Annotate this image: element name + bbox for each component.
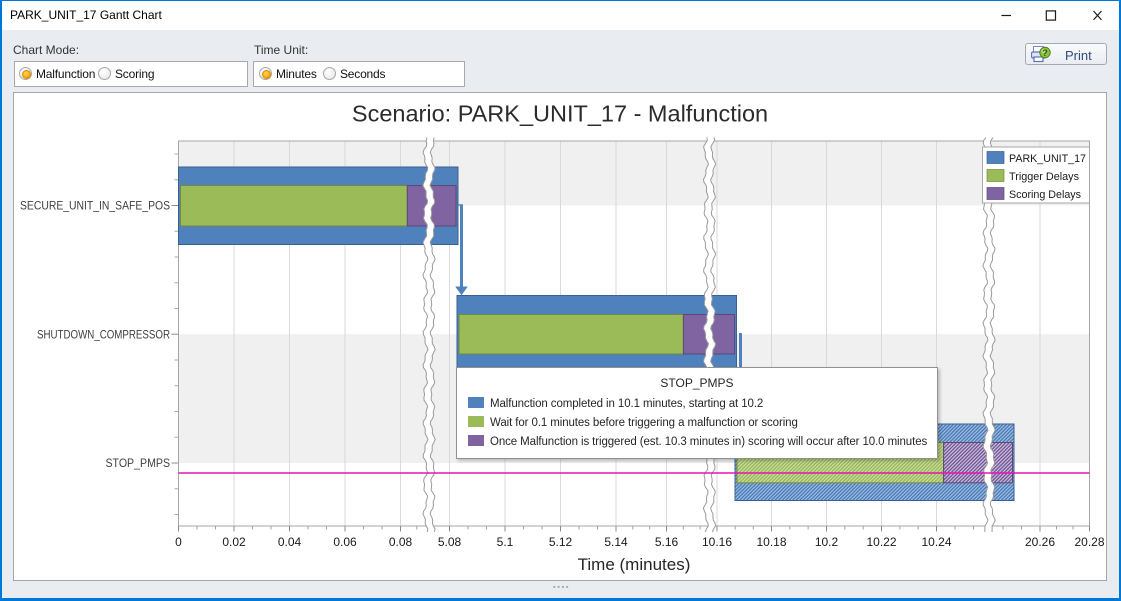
svg-text:SHUTDOWN_COMPRESSOR: SHUTDOWN_COMPRESSOR	[37, 329, 170, 341]
svg-text:0.02: 0.02	[222, 535, 246, 549]
svg-text:PARK_UNIT_17: PARK_UNIT_17	[1009, 153, 1086, 165]
svg-text:STOP_PMPS: STOP_PMPS	[106, 458, 171, 470]
svg-text:0.08: 0.08	[389, 535, 413, 549]
svg-text:5.14: 5.14	[604, 535, 628, 549]
svg-text:0.06: 0.06	[333, 535, 357, 549]
svg-text:Trigger Delays: Trigger Delays	[1009, 171, 1079, 183]
svg-text:SECURE_UNIT_IN_SAFE_POS: SECURE_UNIT_IN_SAFE_POS	[20, 201, 170, 213]
svg-text:10.22: 10.22	[866, 535, 896, 549]
svg-text:Scoring Delays: Scoring Delays	[1009, 189, 1081, 201]
svg-text:5.12: 5.12	[549, 535, 573, 549]
svg-text:5.1: 5.1	[497, 535, 514, 549]
svg-text:20.26: 20.26	[1025, 535, 1055, 549]
svg-text:Time (minutes): Time (minutes)	[578, 555, 691, 574]
svg-text:10.2: 10.2	[815, 535, 839, 549]
svg-text:5.08: 5.08	[438, 535, 462, 549]
svg-text:10.18: 10.18	[756, 535, 786, 549]
svg-text:5.16: 5.16	[655, 535, 679, 549]
svg-text:Scenario: PARK_UNIT_17 - Malfu: Scenario: PARK_UNIT_17 - Malfunction	[352, 101, 768, 127]
svg-text:10.16: 10.16	[702, 535, 732, 549]
svg-text:0.04: 0.04	[278, 535, 302, 549]
svg-text:10.24: 10.24	[921, 535, 951, 549]
svg-text:0: 0	[175, 535, 182, 549]
svg-text:20.28: 20.28	[1074, 535, 1104, 549]
